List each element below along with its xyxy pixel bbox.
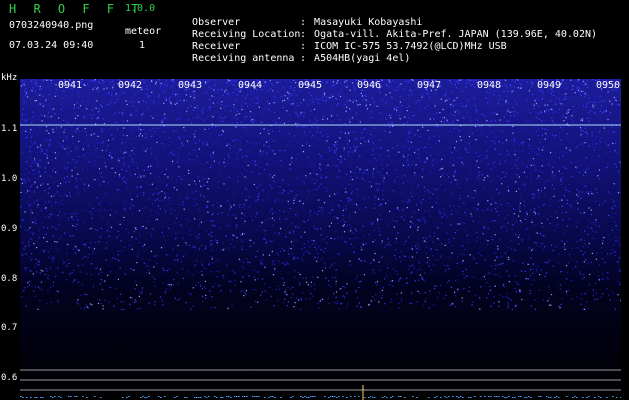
capture-datetime: 07.03.24 09:40: [9, 40, 94, 51]
x-tick-label: 0950: [596, 80, 621, 91]
app-title: H R O F F T: [9, 2, 144, 16]
spectrogram-canvas: [20, 79, 621, 400]
info-value: A504HB(yagi 4el): [314, 53, 411, 64]
x-tick-label: 0948: [477, 80, 502, 91]
file-name: 0703240940.png: [9, 20, 94, 31]
y-axis-unit: kHz: [1, 73, 18, 83]
meteor-label: meteor: [125, 26, 162, 37]
meteor-count: 1: [139, 40, 146, 51]
x-tick-label: 0949: [537, 80, 562, 91]
y-tick-label: 0.6: [1, 373, 18, 383]
y-tick-label: 1.0: [1, 174, 18, 184]
app-version: 1.0.0: [125, 3, 156, 14]
x-tick-label: 0941: [58, 80, 83, 91]
x-tick-label: 0947: [417, 80, 442, 91]
x-tick-label: 0942: [118, 80, 143, 91]
info-sep: :: [300, 53, 307, 64]
noise-background: [20, 79, 621, 400]
x-tick-label: 0946: [357, 80, 382, 91]
y-tick-label: 1.1: [1, 124, 18, 134]
y-tick-label: 0.8: [1, 274, 18, 284]
y-tick-label: 0.9: [1, 224, 18, 234]
x-tick-label: 0944: [238, 80, 263, 91]
x-tick-label: 0945: [298, 80, 323, 91]
x-tick-label: 0943: [178, 80, 203, 91]
y-tick-label: 0.7: [1, 323, 18, 333]
spectrogram-plot: [20, 79, 621, 400]
info-row-antenna: Receiving antenna: A504HB(yagi 4el): [180, 41, 410, 65]
info-key: Receiving antenna: [192, 53, 295, 64]
